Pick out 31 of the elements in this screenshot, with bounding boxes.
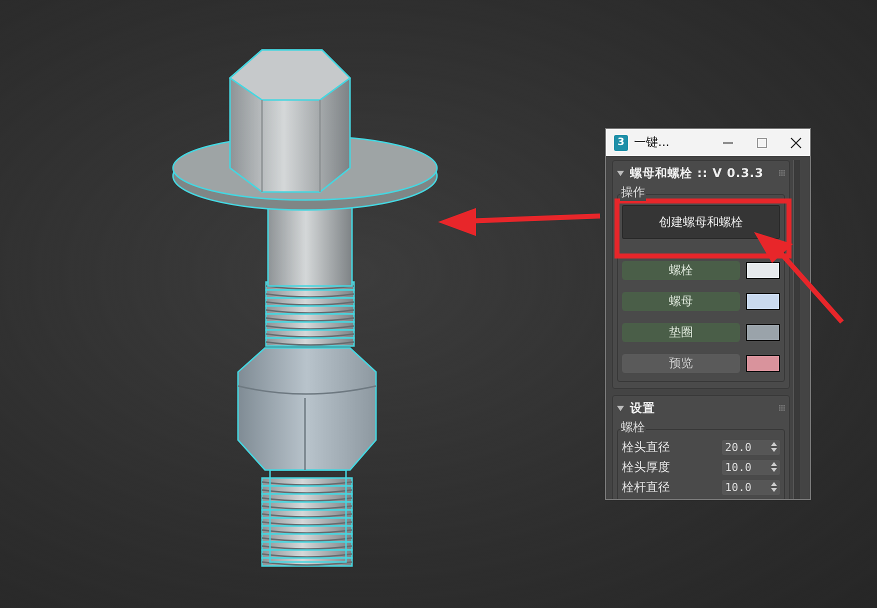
close-icon[interactable] xyxy=(790,136,802,148)
rollout-title[interactable]: 设置 xyxy=(630,400,773,416)
maximize-icon[interactable] xyxy=(756,136,768,148)
app-icon: 3 xyxy=(614,134,628,150)
grip-icon xyxy=(779,170,785,176)
part-button[interactable]: 预览 xyxy=(622,354,740,373)
field-label: 栓头直径 xyxy=(622,438,670,456)
field-label: 栓杆直径 xyxy=(622,478,670,496)
scrollbar[interactable] xyxy=(793,160,800,499)
rollout-title[interactable]: 螺母和螺栓 :: V 0.3.3 xyxy=(630,164,773,182)
field-label: 栓头厚度 xyxy=(622,458,670,476)
color-swatch[interactable] xyxy=(746,355,780,372)
spinner-field[interactable]: 10.0 xyxy=(722,480,780,494)
rollout-toggle-icon[interactable] xyxy=(617,404,624,412)
rollout-toggle-icon[interactable] xyxy=(617,170,624,176)
window-title: 一键... xyxy=(634,134,670,151)
spinner-arrows-icon[interactable] xyxy=(771,442,777,452)
group-label: 螺栓 xyxy=(620,419,646,436)
spinner-field[interactable]: 20.0 xyxy=(722,440,780,454)
part-button[interactable]: 螺母 xyxy=(622,292,740,311)
part-button[interactable]: 螺栓 xyxy=(622,261,740,280)
spinner-arrows-icon[interactable] xyxy=(771,462,777,472)
color-swatch[interactable] xyxy=(746,293,780,310)
group-label: 操作 xyxy=(620,184,646,201)
color-swatch[interactable] xyxy=(746,324,780,341)
spinner-arrows-icon[interactable] xyxy=(771,482,777,492)
create-button[interactable]: 创建螺母和螺栓 xyxy=(622,205,780,239)
grip-icon xyxy=(779,405,785,411)
spinner-field[interactable]: 10.0 xyxy=(722,460,780,474)
color-swatch[interactable] xyxy=(746,262,780,279)
part-button[interactable]: 垫圈 xyxy=(622,323,740,342)
